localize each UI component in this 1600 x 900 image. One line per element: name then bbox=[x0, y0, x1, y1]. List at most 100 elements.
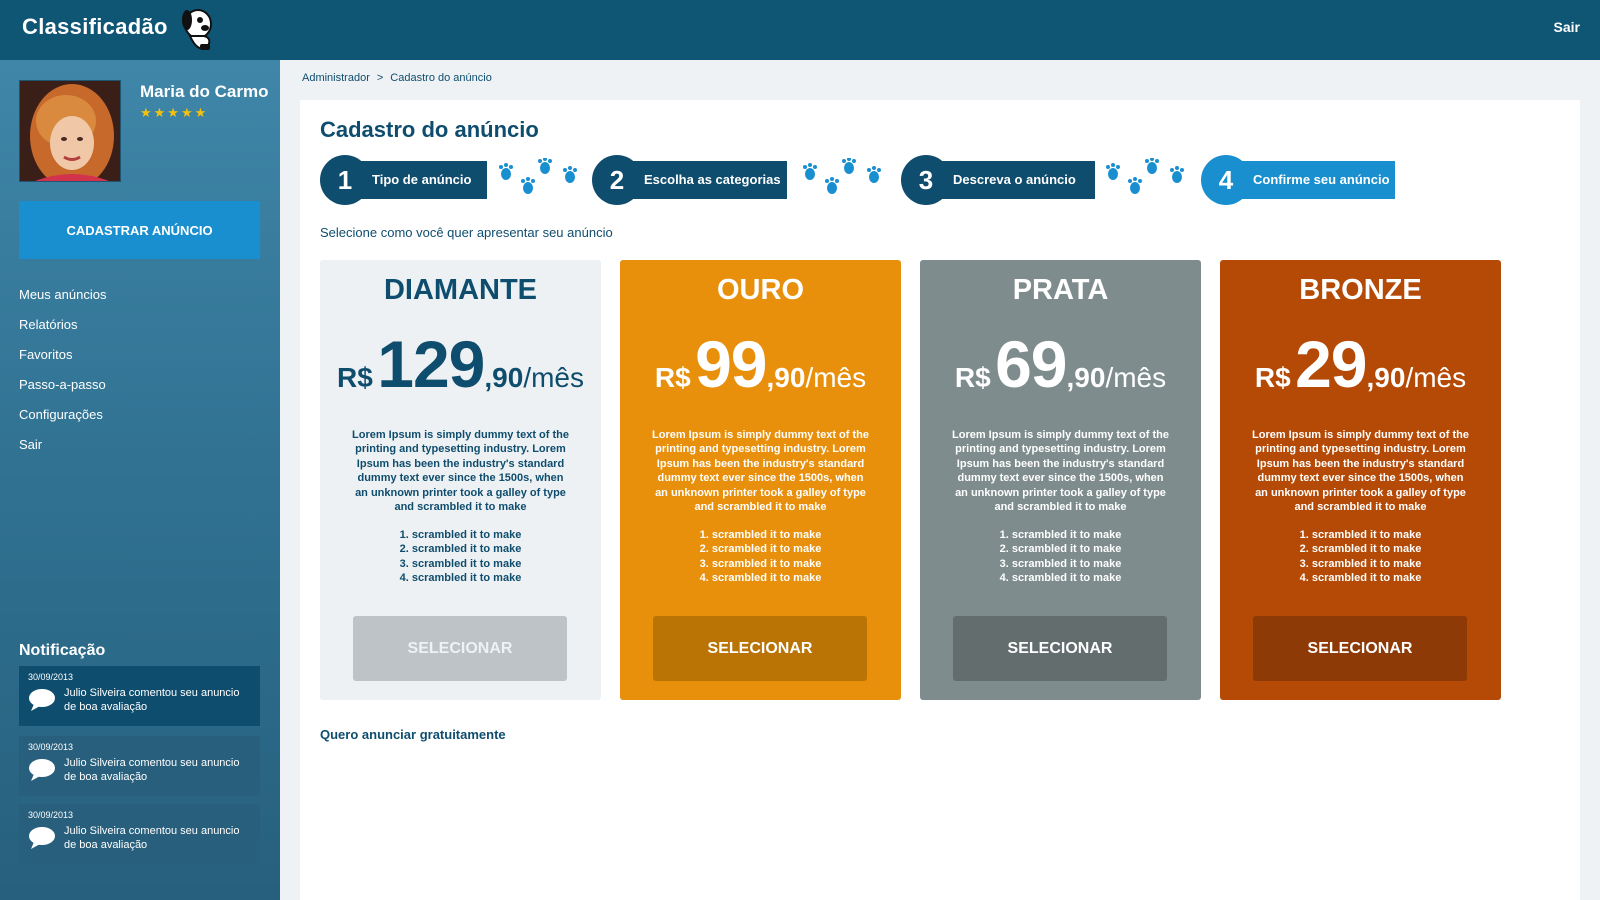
price-currency: R$ bbox=[654, 362, 691, 393]
notification-text: Julio Silveira comentou seu anuncio de b… bbox=[64, 825, 240, 851]
step-number: 1 bbox=[320, 155, 370, 205]
plan-feature: 2. scrambled it to make bbox=[1299, 543, 1422, 556]
price-currency: R$ bbox=[337, 362, 373, 393]
plan-features: 1. scrambled it to make 2. scrambled it … bbox=[320, 528, 601, 586]
breadcrumb-separator: > bbox=[376, 72, 384, 84]
plan-feature: 3. scrambled it to make bbox=[1299, 557, 1422, 570]
plan-feature: 4. scrambled it to make bbox=[399, 572, 522, 585]
plan-feature: 2. scrambled it to make bbox=[699, 543, 822, 556]
speech-bubble-icon bbox=[29, 827, 55, 849]
price-currency: R$ bbox=[954, 362, 991, 393]
speech-bubble-icon bbox=[29, 759, 55, 781]
user-name: Maria do Carmo bbox=[140, 82, 269, 101]
plan-price: R$ 99,90/mês bbox=[620, 326, 901, 402]
price-period: /mês bbox=[1405, 362, 1467, 393]
step-number: 3 bbox=[901, 155, 951, 205]
top-bar: Classificadão Sair bbox=[0, 0, 1600, 60]
notification-date: 30/09/2013 bbox=[28, 810, 74, 820]
plan-feature: 4. scrambled it to make bbox=[999, 572, 1122, 585]
notification-text: Julio Silveira comentou seu anuncio de b… bbox=[64, 687, 240, 713]
plan-price: R$ 29,90/mês bbox=[1220, 326, 1501, 402]
user-photo bbox=[20, 81, 120, 181]
sidebar-item-passo-a-passo[interactable]: Passo-a-passo bbox=[19, 370, 106, 400]
notification-date: 30/09/2013 bbox=[28, 742, 74, 752]
sidebar-item-favoritos[interactable]: Favoritos bbox=[19, 340, 106, 370]
select-ouro-button[interactable]: SELECIONAR bbox=[653, 616, 867, 681]
notification-text: Julio Silveira comentou seu anuncio de b… bbox=[64, 757, 240, 783]
select-prata-button[interactable]: SELECIONAR bbox=[953, 616, 1167, 681]
paw-prints-icon bbox=[499, 158, 577, 194]
plan-description: Lorem Ipsum is simply dummy text of the … bbox=[1252, 429, 1469, 514]
sidebar: Maria do Carmo ★★★★★ CADASTRAR ANÚNCIO M… bbox=[0, 60, 280, 900]
plan-card-prata: PRATA R$ 69,90/mês Lorem Ipsum is simply… bbox=[920, 260, 1201, 700]
plan-price: R$ 69,90/mês bbox=[920, 326, 1201, 402]
price-period: /mês bbox=[1105, 362, 1167, 393]
plan-description: Lorem Ipsum is simply dummy text of the … bbox=[652, 429, 869, 514]
sidebar-item-relatorios[interactable]: Relatórios bbox=[19, 310, 106, 340]
plan-features: 1. scrambled it to make 2. scrambled it … bbox=[1220, 528, 1501, 586]
plan-card-bronze: BRONZE R$ 29,90/mês Lorem Ipsum is simpl… bbox=[1220, 260, 1501, 700]
avatar[interactable] bbox=[19, 80, 121, 182]
notification-item[interactable]: 30/09/2013 Julio Silveira comentou seu a… bbox=[19, 736, 260, 796]
plan-feature: 1. scrambled it to make bbox=[699, 529, 822, 541]
step-number: 2 bbox=[592, 155, 642, 205]
plan-feature: 4. scrambled it to make bbox=[699, 572, 822, 585]
plan-feature: 4. scrambled it to make bbox=[1299, 572, 1422, 585]
plan-feature: 3. scrambled it to make bbox=[699, 557, 822, 570]
select-bronze-button[interactable]: SELECIONAR bbox=[1253, 616, 1467, 681]
notification-item[interactable]: 30/09/2013 Julio Silveira comentou seu a… bbox=[19, 804, 260, 864]
price-period: /mês bbox=[523, 362, 584, 393]
speech-bubble-icon bbox=[29, 689, 55, 711]
paw-prints-icon bbox=[1106, 158, 1184, 194]
paw-prints-icon bbox=[803, 158, 881, 194]
notification-date: 30/09/2013 bbox=[28, 672, 74, 682]
plan-name: DIAMANTE bbox=[383, 274, 538, 306]
plan-name: BRONZE bbox=[1299, 274, 1422, 306]
plan-features: 1. scrambled it to make 2. scrambled it … bbox=[920, 528, 1201, 586]
notifications-title: Notificação bbox=[19, 642, 106, 659]
breadcrumb-item-current[interactable]: Cadastro do anúncio bbox=[390, 72, 492, 84]
price-cents: ,90 bbox=[1366, 362, 1406, 393]
price-cents: ,90 bbox=[484, 362, 524, 393]
plan-description: Lorem Ipsum is simply dummy text of the … bbox=[952, 429, 1169, 514]
logout-link[interactable]: Sair bbox=[1554, 19, 1580, 35]
plan-features: 1. scrambled it to make 2. scrambled it … bbox=[620, 528, 901, 586]
notification-item[interactable]: 30/09/2013 Julio Silveira comentou seu a… bbox=[19, 666, 260, 726]
step-number: 4 bbox=[1201, 155, 1251, 205]
plan-feature: 1. scrambled it to make bbox=[1299, 529, 1422, 541]
price-integer: 129 bbox=[377, 327, 485, 401]
plan-name: PRATA bbox=[1012, 274, 1109, 306]
price-integer: 99 bbox=[695, 327, 767, 401]
sidebar-menu: Meus anúncios Relatórios Favoritos Passo… bbox=[19, 280, 106, 460]
plan-feature: 1. scrambled it to make bbox=[999, 529, 1122, 541]
plan-feature: 2. scrambled it to make bbox=[399, 543, 522, 556]
price-cents: ,90 bbox=[766, 362, 806, 393]
price-cents: ,90 bbox=[1066, 362, 1106, 393]
plan-name: OURO bbox=[717, 274, 804, 306]
sidebar-item-sair[interactable]: Sair bbox=[19, 430, 106, 460]
dog-mascot-icon bbox=[182, 9, 212, 50]
breadcrumb-item-administrador[interactable]: Administrador bbox=[302, 72, 370, 84]
plan-feature: 2. scrambled it to make bbox=[999, 543, 1122, 556]
sidebar-item-configuracoes[interactable]: Configurações bbox=[19, 400, 106, 430]
breadcrumb: Administrador > Cadastro do anúncio bbox=[302, 72, 492, 84]
free-ad-link[interactable]: Quero anunciar gratuitamente bbox=[320, 727, 506, 742]
plan-feature: 3. scrambled it to make bbox=[399, 557, 522, 570]
plan-price: R$ 129,90/mês bbox=[320, 326, 601, 402]
create-ad-button[interactable]: CADASTRAR ANÚNCIO bbox=[19, 201, 260, 259]
price-period: /mês bbox=[805, 362, 867, 393]
plan-card-diamante: DIAMANTE R$ 129,90/mês Lorem Ipsum is si… bbox=[320, 260, 601, 700]
page-subtitle: Selecione como você quer apresentar seu … bbox=[320, 225, 613, 240]
plan-feature: 3. scrambled it to make bbox=[999, 557, 1122, 570]
app-logo[interactable]: Classificadão bbox=[22, 14, 168, 40]
plan-card-ouro: OURO R$ 99,90/mês Lorem Ipsum is simply … bbox=[620, 260, 901, 700]
plan-description: Lorem Ipsum is simply dummy text of the … bbox=[352, 429, 569, 514]
user-rating-stars: ★★★★★ bbox=[140, 105, 209, 120]
price-currency: R$ bbox=[1254, 362, 1291, 393]
price-integer: 29 bbox=[1295, 327, 1367, 401]
plan-feature: 1. scrambled it to make bbox=[399, 529, 522, 541]
sidebar-item-meus-anuncios[interactable]: Meus anúncios bbox=[19, 280, 106, 310]
page-title: Cadastro do anúncio bbox=[320, 117, 539, 142]
price-integer: 69 bbox=[995, 327, 1067, 401]
select-diamante-button[interactable]: SELECIONAR bbox=[353, 616, 567, 681]
